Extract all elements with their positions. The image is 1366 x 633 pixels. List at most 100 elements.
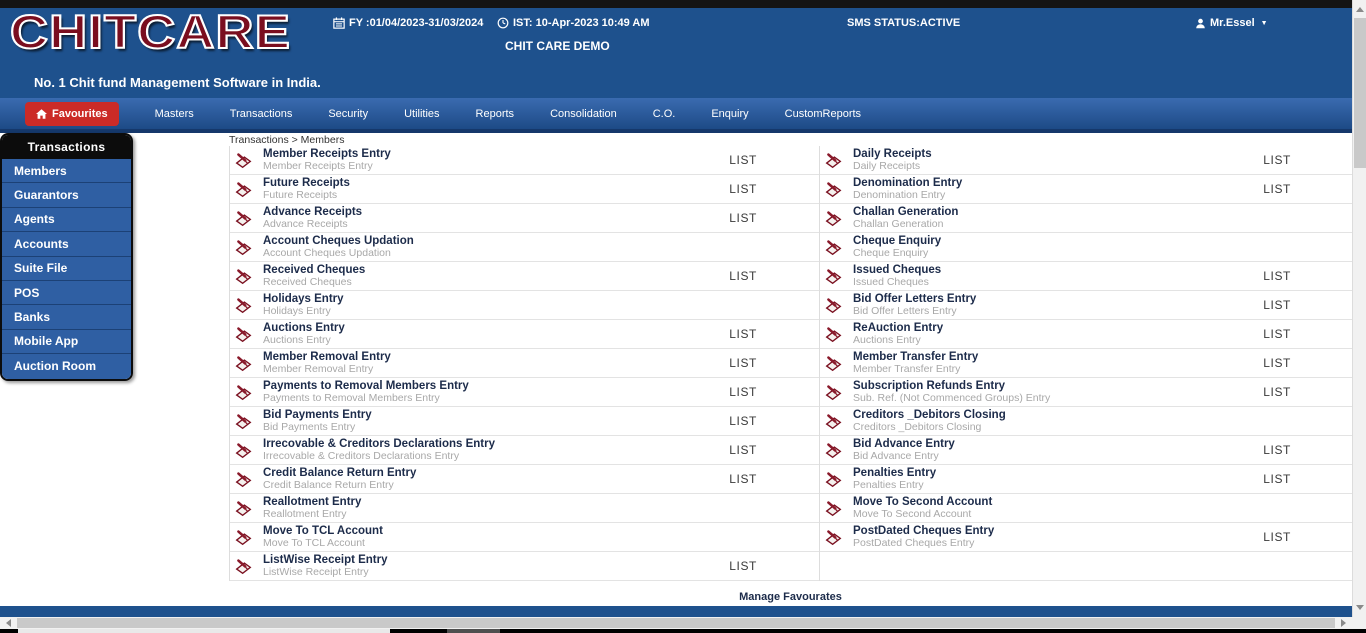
menu-row[interactable]: Member Transfer Entry Member Transfer En…: [820, 349, 1353, 378]
menu-item-title[interactable]: Cheque Enquiry: [853, 235, 1353, 247]
menu-row[interactable]: Challan Generation Challan Generation: [820, 204, 1353, 233]
menu-item-title[interactable]: Daily Receipts: [853, 148, 1263, 160]
menu-item-title[interactable]: Subscription Refunds Entry: [853, 380, 1263, 392]
nav-item-c-o-[interactable]: C.O.: [653, 108, 676, 120]
user-menu[interactable]: Mr.Essel ▼: [1195, 17, 1268, 29]
menu-row[interactable]: Cheque Enquiry Cheque Enquiry: [820, 233, 1353, 262]
menu-item-title[interactable]: Received Cheques: [263, 264, 729, 276]
menu-item-title[interactable]: Holidays Entry: [263, 293, 819, 305]
nav-item-masters[interactable]: Masters: [155, 108, 194, 120]
menu-row[interactable]: ReAuction Entry Auctions Entry LIST: [820, 320, 1353, 349]
list-link[interactable]: LIST: [1263, 356, 1291, 370]
menu-row[interactable]: Future Receipts Future Receipts LIST: [230, 175, 819, 204]
nav-item-security[interactable]: Security: [328, 108, 368, 120]
menu-item-title[interactable]: Member Removal Entry: [263, 351, 729, 363]
menu-item-title[interactable]: Reallotment Entry: [263, 496, 819, 508]
sidebar-item-members[interactable]: Members: [2, 159, 131, 183]
menu-item-title[interactable]: Penalties Entry: [853, 467, 1263, 479]
nav-item-enquiry[interactable]: Enquiry: [711, 108, 748, 120]
vertical-scrollbar[interactable]: [1352, 0, 1366, 617]
menu-row[interactable]: Irrecovable & Creditors Declarations Ent…: [230, 436, 819, 465]
menu-item-title[interactable]: Creditors _Debitors Closing: [853, 409, 1353, 421]
menu-item-title[interactable]: Auctions Entry: [263, 322, 729, 334]
sidebar-item-guarantors[interactable]: Guarantors: [2, 183, 131, 207]
menu-row[interactable]: Penalties Entry Penalties Entry LIST: [820, 465, 1353, 494]
sidebar-item-mobile-app[interactable]: Mobile App: [2, 330, 131, 354]
menu-item-title[interactable]: ListWise Receipt Entry: [263, 554, 729, 566]
scroll-left-arrow-icon[interactable]: [0, 617, 17, 629]
menu-item-title[interactable]: Payments to Removal Members Entry: [263, 380, 729, 392]
list-link[interactable]: LIST: [729, 385, 757, 399]
list-link[interactable]: LIST: [1263, 298, 1291, 312]
menu-item-title[interactable]: Advance Receipts: [263, 206, 729, 218]
nav-item-utilities[interactable]: Utilities: [404, 108, 439, 120]
menu-row[interactable]: Reallotment Entry Reallotment Entry: [230, 494, 819, 523]
scroll-right-arrow-icon[interactable]: [1335, 617, 1352, 629]
list-link[interactable]: LIST: [729, 182, 757, 196]
menu-item-title[interactable]: Move To Second Account: [853, 496, 1353, 508]
list-link[interactable]: LIST: [729, 472, 757, 486]
menu-item-title[interactable]: Challan Generation: [853, 206, 1353, 218]
horizontal-scrollbar[interactable]: [0, 617, 1352, 629]
scroll-down-arrow-icon[interactable]: [1353, 600, 1366, 615]
list-link[interactable]: LIST: [729, 211, 757, 225]
menu-item-title[interactable]: Move To TCL Account: [263, 525, 819, 537]
sidebar-item-accounts[interactable]: Accounts: [2, 232, 131, 256]
menu-item-title[interactable]: Bid Advance Entry: [853, 438, 1263, 450]
menu-item-title[interactable]: Bid Offer Letters Entry: [853, 293, 1263, 305]
nav-item-transactions[interactable]: Transactions: [230, 108, 293, 120]
menu-row[interactable]: Move To Second Account Move To Second Ac…: [820, 494, 1353, 523]
scroll-up-arrow-icon[interactable]: [1353, 2, 1366, 17]
list-link[interactable]: LIST: [1263, 153, 1291, 167]
menu-row[interactable]: Creditors _Debitors Closing Creditors _D…: [820, 407, 1353, 436]
menu-row[interactable]: Subscription Refunds Entry Sub. Ref. (No…: [820, 378, 1353, 407]
sidebar-item-banks[interactable]: Banks: [2, 305, 131, 329]
menu-row[interactable]: Move To TCL Account Move To TCL Account: [230, 523, 819, 552]
menu-row[interactable]: Payments to Removal Members Entry Paymen…: [230, 378, 819, 407]
horizontal-scrollbar-thumb[interactable]: [17, 618, 1335, 628]
nav-item-reports[interactable]: Reports: [476, 108, 515, 120]
nav-item-consolidation[interactable]: Consolidation: [550, 108, 617, 120]
menu-row[interactable]: Auctions Entry Auctions Entry LIST: [230, 320, 819, 349]
menu-row[interactable]: Received Cheques Received Cheques LIST: [230, 262, 819, 291]
list-link[interactable]: LIST: [729, 269, 757, 283]
list-link[interactable]: LIST: [729, 559, 757, 573]
menu-item-title[interactable]: Credit Balance Return Entry: [263, 467, 729, 479]
list-link[interactable]: LIST: [1263, 443, 1291, 457]
sidebar-item-agents[interactable]: Agents: [2, 208, 131, 232]
sidebar-item-pos[interactable]: POS: [2, 281, 131, 305]
list-link[interactable]: LIST: [729, 153, 757, 167]
list-link[interactable]: LIST: [729, 414, 757, 428]
list-link[interactable]: LIST: [1263, 182, 1291, 196]
sidebar-item-suite-file[interactable]: Suite File: [2, 257, 131, 281]
list-link[interactable]: LIST: [1263, 269, 1291, 283]
menu-row[interactable]: Bid Payments Entry Bid Payments Entry LI…: [230, 407, 819, 436]
menu-row[interactable]: Holidays Entry Holidays Entry: [230, 291, 819, 320]
menu-item-title[interactable]: Bid Payments Entry: [263, 409, 729, 421]
menu-row[interactable]: PostDated Cheques Entry PostDated Cheque…: [820, 523, 1353, 552]
menu-item-title[interactable]: Future Receipts: [263, 177, 729, 189]
menu-row[interactable]: Advance Receipts Advance Receipts LIST: [230, 204, 819, 233]
menu-item-title[interactable]: Issued Cheques: [853, 264, 1263, 276]
menu-item-title[interactable]: Account Cheques Updation: [263, 235, 819, 247]
menu-row[interactable]: Account Cheques Updation Account Cheques…: [230, 233, 819, 262]
menu-row[interactable]: Denomination Entry Denomination Entry LI…: [820, 175, 1353, 204]
menu-item-title[interactable]: ReAuction Entry: [853, 322, 1263, 334]
vertical-scrollbar-thumb[interactable]: [1354, 18, 1366, 168]
menu-item-title[interactable]: Member Receipts Entry: [263, 148, 729, 160]
menu-item-title[interactable]: Denomination Entry: [853, 177, 1263, 189]
menu-row[interactable]: Bid Offer Letters Entry Bid Offer Letter…: [820, 291, 1353, 320]
menu-row[interactable]: Credit Balance Return Entry Credit Balan…: [230, 465, 819, 494]
list-link[interactable]: LIST: [1263, 327, 1291, 341]
list-link[interactable]: LIST: [1263, 385, 1291, 399]
menu-item-title[interactable]: Member Transfer Entry: [853, 351, 1263, 363]
menu-row[interactable]: Member Removal Entry Member Removal Entr…: [230, 349, 819, 378]
menu-item-title[interactable]: PostDated Cheques Entry: [853, 525, 1263, 537]
list-link[interactable]: LIST: [729, 443, 757, 457]
list-link[interactable]: LIST: [729, 327, 757, 341]
menu-row[interactable]: Bid Advance Entry Bid Advance Entry LIST: [820, 436, 1353, 465]
list-link[interactable]: LIST: [1263, 472, 1291, 486]
menu-row[interactable]: Daily Receipts Daily Receipts LIST: [820, 146, 1353, 175]
menu-item-title[interactable]: Irrecovable & Creditors Declarations Ent…: [263, 438, 729, 450]
menu-row[interactable]: Member Receipts Entry Member Receipts En…: [230, 146, 819, 175]
